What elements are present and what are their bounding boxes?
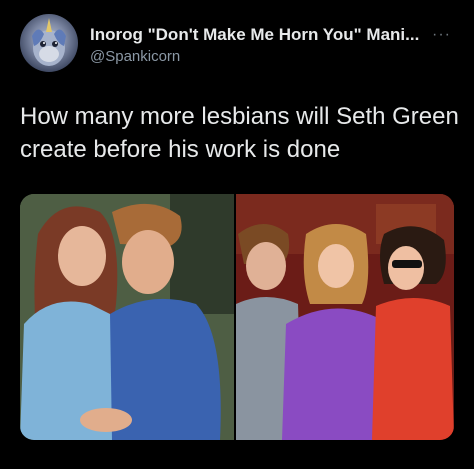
- author-display-name[interactable]: Inorog "Don't Make Me Horn You" Mani...: [90, 25, 420, 45]
- photo-left[interactable]: [20, 194, 234, 440]
- unicorn-avatar-icon: [32, 18, 66, 66]
- tweet-text: How many more lesbians will Seth Green c…: [20, 103, 459, 163]
- author-handle[interactable]: @Spankicorn: [90, 48, 180, 65]
- photo-right[interactable]: [236, 194, 454, 440]
- tweet-media[interactable]: [20, 194, 454, 440]
- movie-scene-image: [236, 194, 454, 440]
- couple-photo-image: [20, 194, 234, 440]
- more-options-icon[interactable]: ···: [432, 26, 451, 44]
- avatar[interactable]: [20, 14, 78, 72]
